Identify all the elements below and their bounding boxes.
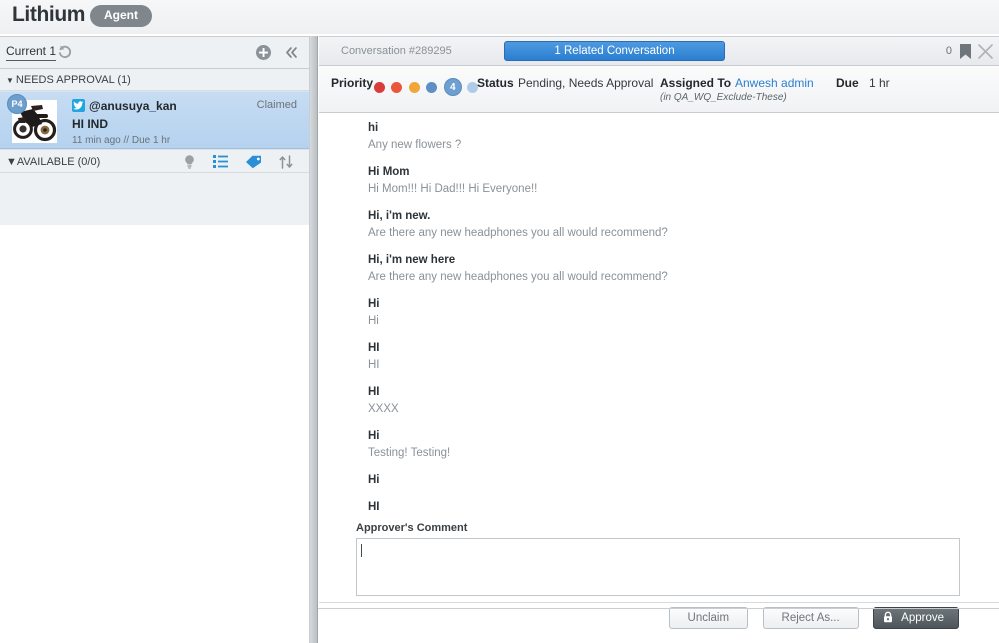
bottom-edge (318, 608, 999, 609)
message-title: Hi (368, 474, 380, 486)
message-item[interactable]: HI (368, 500, 999, 515)
approver-comment-input[interactable] (356, 538, 960, 596)
message-item[interactable]: hi Any new flowers ? (368, 121, 999, 153)
priority-dot-2[interactable] (391, 81, 403, 93)
list-item[interactable]: P4 @anusuya_kan Claimed HI IND 11 min ag… (0, 91, 309, 149)
text-cursor (361, 544, 362, 557)
message-body: Hi (368, 315, 379, 327)
reject-as-button[interactable]: Reject As... (762, 607, 859, 629)
status-label: Status (477, 76, 514, 90)
conversation-pane: Conversation #289295 1 Related Conversat… (319, 36, 999, 643)
conversation-id: Conversation #289295 (341, 45, 452, 57)
message-body: Any new flowers ? (368, 139, 462, 151)
note-count: 0 (945, 45, 952, 57)
message-item[interactable]: Hi, i'm new here Are there any new headp… (368, 253, 999, 285)
message-body: Are there any new headphones you all wou… (368, 271, 668, 283)
conversation-header: Conversation #289295 1 Related Conversat… (319, 37, 999, 66)
unclaim-button[interactable]: Unclaim (668, 607, 749, 629)
close-icon[interactable] (977, 43, 994, 65)
message-item[interactable]: Hi Testing! Testing! (368, 429, 999, 461)
message-item[interactable]: HI HI (368, 341, 999, 373)
message-title: HI (368, 501, 380, 513)
approver-comment-label: Approver's Comment (356, 522, 468, 534)
brand-bar: Lithium Agent (0, 0, 999, 34)
group-label: NEEDS APPROVAL (1) (15, 74, 131, 86)
due-label: Due (836, 76, 859, 90)
related-conversation-button[interactable]: 1 Related Conversation (504, 41, 725, 61)
assigned-to-label: Assigned To (660, 76, 732, 90)
status-value: Pending, Needs Approval (518, 76, 654, 90)
message-body: XXXX (368, 403, 399, 415)
sort-icon[interactable] (279, 154, 293, 174)
add-circle-icon[interactable] (255, 44, 272, 61)
list-item-username: @anusuya_kan (72, 99, 177, 113)
caret-down-icon: ▼ (6, 156, 17, 168)
username-text: @anusuya_kan (89, 99, 177, 113)
priority-dot-1[interactable] (374, 81, 385, 93)
message-title: Hi, i'm new here (368, 254, 456, 266)
assigned-to-queue: (in QA_WQ_Exclude-These) (660, 92, 787, 103)
priority-dot-3[interactable] (408, 81, 420, 93)
message-title: Hi (368, 298, 380, 310)
assigned-to-value[interactable]: Anwesh admin (735, 76, 814, 90)
sidebar: Current 1 ▼ NEEDS APPROVAL (1) P4 @anusu… (0, 36, 310, 643)
message-body: HI (368, 359, 380, 371)
available-label-text: AVAILABLE (0/0) (16, 156, 101, 168)
message-title: Hi (368, 430, 380, 442)
message-item[interactable]: HI XXXX (368, 385, 999, 417)
action-button-row: Unclaim Reject As... Approve (319, 607, 979, 629)
message-body: Are there any new headphones you all wou… (368, 227, 668, 239)
priority-dots[interactable]: 4 (374, 78, 480, 96)
tab-current[interactable]: Current 1 (6, 44, 57, 61)
approve-button-label: Approve (901, 612, 944, 624)
pane-bottom-divider (319, 602, 999, 603)
tag-icon[interactable] (245, 155, 262, 174)
sidebar-toolbar: Current 1 (0, 37, 309, 69)
message-item[interactable]: Hi, i'm new. Are there any new headphone… (368, 209, 999, 241)
priority-dot-4[interactable] (426, 81, 438, 93)
message-body: Hi Mom!!! Hi Dad!!! Hi Everyone!! (368, 183, 538, 195)
message-list: hi Any new flowers ? Hi Mom Hi Mom!!! Hi… (319, 113, 999, 629)
list-icon[interactable] (213, 155, 229, 173)
agent-console: Lithium Agent Current 1 ▼ NEEDS APPROVAL… (0, 0, 999, 643)
agent-mode-pill[interactable]: Agent (90, 5, 152, 27)
group-header-available[interactable]: ▼AVAILABLE (0/0) (0, 149, 309, 173)
history-icon[interactable] (56, 43, 74, 61)
message-title: HI (368, 386, 380, 398)
app-logo: Lithium (12, 3, 86, 26)
available-toolbar (170, 154, 293, 174)
due-value: 1 hr (869, 76, 890, 90)
priority-badge: P4 (7, 94, 27, 114)
chevron-double-left-icon[interactable] (283, 44, 300, 61)
message-item[interactable]: Hi (368, 473, 999, 488)
group-header-needs-approval[interactable]: ▼ NEEDS APPROVAL (1) (0, 69, 309, 91)
message-title: Hi Mom (368, 166, 410, 178)
status-badge: Claimed (256, 99, 297, 111)
message-title: hi (368, 122, 379, 134)
list-item-meta: 11 min ago // Due 1 hr (72, 135, 171, 146)
twitter-icon (72, 99, 85, 112)
conversation-meta-bar: Priority 4 Status Pending, Needs Approva… (319, 66, 999, 113)
message-item[interactable]: Hi Hi (368, 297, 999, 329)
message-item[interactable]: Hi Mom Hi Mom!!! Hi Dad!!! Hi Everyone!! (368, 165, 999, 197)
caret-down-icon: ▼ (6, 76, 14, 85)
available-label: ▼AVAILABLE (0/0) (6, 150, 100, 174)
lock-icon (882, 610, 894, 623)
priority-current-value[interactable]: 4 (443, 78, 462, 96)
message-body: Testing! Testing! (368, 447, 451, 459)
list-item-subject: HI IND (72, 117, 108, 131)
message-title: HI (368, 342, 380, 354)
pane-splitter[interactable] (310, 36, 318, 643)
message-title: Hi, i'm new. (368, 210, 431, 222)
sidebar-empty-area (0, 225, 309, 643)
lightbulb-icon[interactable] (183, 154, 196, 174)
priority-label: Priority (331, 76, 374, 90)
approve-button[interactable]: Approve (873, 607, 959, 629)
bookmark-icon[interactable] (959, 44, 972, 65)
